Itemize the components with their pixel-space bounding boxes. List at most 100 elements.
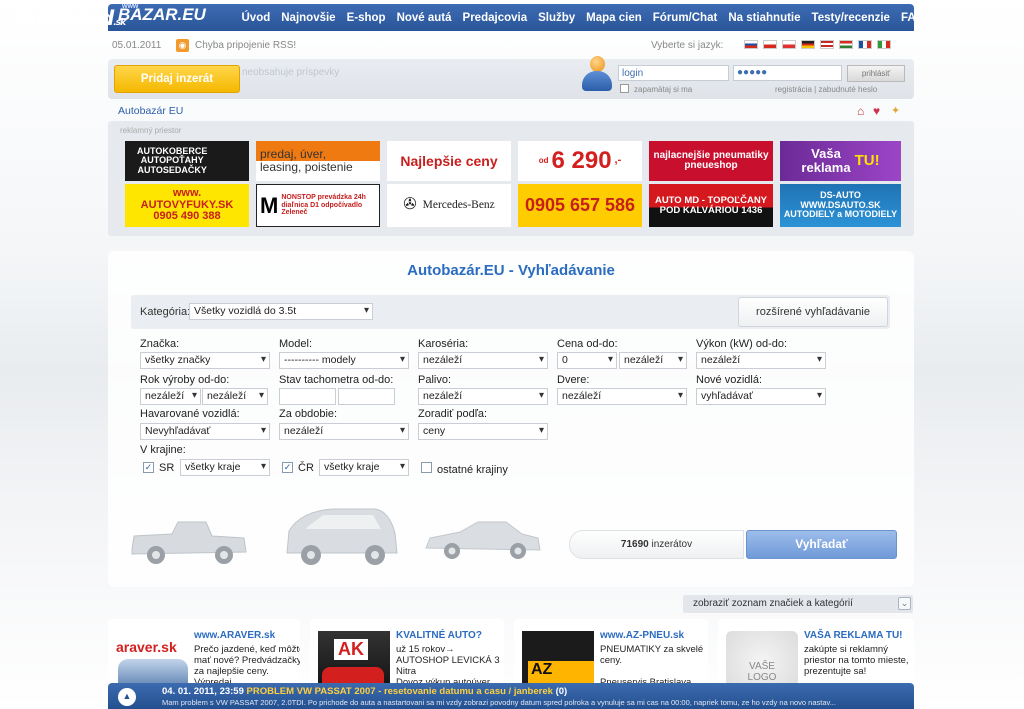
ad-nonstop-d1[interactable]: M NONSTOP prevádzka 24h diaľnica D1 odpo…: [256, 184, 380, 227]
nav-testy[interactable]: Testy/recenzie: [806, 12, 895, 24]
home-icon[interactable]: ⌂: [857, 104, 864, 118]
ticker-headline[interactable]: 04. 01. 2011, 23:59 PROBLEM VW PASSAT 20…: [162, 686, 567, 697]
fuel-select[interactable]: nezáleží: [418, 388, 548, 405]
sedan-icon[interactable]: [422, 512, 544, 564]
brand-select[interactable]: všetky značky: [140, 352, 270, 369]
doors-label: Dvere:: [557, 374, 590, 386]
power-select[interactable]: nezáleží: [696, 352, 826, 369]
year-to-select[interactable]: nezáleží: [202, 388, 268, 405]
mileage-to-input[interactable]: [338, 388, 395, 405]
remember-checkbox[interactable]: [620, 84, 629, 93]
nav-uvod[interactable]: Úvod: [236, 12, 276, 24]
nav-forum[interactable]: Fórum/Chat: [647, 12, 723, 24]
autoshop-logo-text: AK: [334, 639, 368, 660]
add-listing-button[interactable]: Pridaj inzerát: [114, 65, 240, 93]
mileage-from-input[interactable]: [279, 388, 336, 405]
nav-nove-auta[interactable]: Nové autá: [391, 12, 457, 24]
model-label: Model:: [279, 338, 313, 350]
fuel-label: Palivo:: [418, 374, 452, 386]
favorite-car-icon[interactable]: ✦: [891, 104, 900, 117]
ticker-date: 04. 01. 2011, 23:59: [162, 686, 244, 697]
search-button[interactable]: Vyhľadať: [746, 530, 897, 559]
remember-label: zapamätaj si ma: [634, 85, 693, 94]
year-from-select[interactable]: nezáleží: [140, 388, 201, 405]
flag-sk-icon[interactable]: [744, 40, 758, 49]
ad-pneueshop[interactable]: najlacnejšie pneumatiky pneueshop: [649, 141, 773, 181]
country-label: V krajine:: [140, 444, 186, 456]
ad-phone-0905657586[interactable]: 0905 657 586: [518, 184, 642, 227]
heart-icon[interactable]: ♥: [873, 104, 880, 118]
placeholder-logo-text: VAŠE LOGO: [747, 661, 777, 683]
topspeed-logo[interactable]: TopSpeed.sk: [12, 6, 126, 30]
promo-title: www.ARAVER.sk: [194, 630, 276, 641]
flag-fr-icon[interactable]: [858, 40, 872, 49]
cr-checkbox[interactable]: ✓: [282, 462, 293, 473]
login-button[interactable]: prihlásiť: [847, 65, 905, 82]
chevron-down-icon[interactable]: ⌄: [898, 597, 911, 610]
doors-select[interactable]: nezáleží: [557, 388, 687, 405]
nav-eshop[interactable]: E-shop: [341, 12, 391, 24]
price-to-select[interactable]: nezáleží: [619, 352, 687, 369]
sort-select[interactable]: ceny: [418, 423, 548, 440]
new-vehicles-select[interactable]: vyhľadávať: [696, 388, 826, 405]
ad-ds-auto[interactable]: DS-AUTO WWW.DSAUTO.SK AUTODIELY a MOTODI…: [780, 184, 901, 227]
minivan-icon[interactable]: [283, 503, 401, 571]
link-separator: |: [814, 85, 817, 94]
ad-6290[interactable]: od 6 290 ,-: [518, 141, 642, 181]
cr-region-select[interactable]: všetky kraje: [319, 459, 409, 476]
ad-autokoberce[interactable]: AUTOKOBERCE AUTOPOŤAHY AUTOSEDAČKY: [125, 141, 249, 181]
nav-faq[interactable]: FAQ: [895, 12, 930, 24]
advanced-search-button[interactable]: rozšírené vyhľadávanie: [738, 297, 888, 327]
forgot-password-link[interactable]: zabudnuté heslo: [818, 85, 877, 94]
period-select[interactable]: nezáleží: [279, 423, 409, 440]
ad-vasa-reklama-top[interactable]: Vaša reklama TU!: [780, 141, 901, 181]
ad-mercedes[interactable]: ✇ Mercedes-Benz: [387, 184, 511, 227]
rss-status: Chyba pripojenie RSS!: [195, 40, 297, 51]
ad-vasa-reklama-text: Vaša reklama: [801, 146, 851, 175]
ad-price-prefix: od: [538, 155, 549, 165]
nav-mapa-cien[interactable]: Mapa cien: [581, 12, 648, 24]
model-select[interactable]: ---------- modely: [279, 352, 409, 369]
crashed-select[interactable]: Nevyhľadávať: [140, 423, 270, 440]
price-from-select[interactable]: 0: [557, 352, 617, 369]
flag-de-icon[interactable]: [801, 40, 815, 49]
language-flags: [744, 40, 891, 49]
flag-pl-icon[interactable]: [782, 40, 796, 49]
listing-count: 71690 inzerátov: [569, 530, 744, 559]
ad-autovyfuky[interactable]: www. AUTOVYFUKY.SK 0905 490 388: [125, 184, 249, 227]
breadcrumb[interactable]: Autobazár EU: [118, 105, 183, 117]
price-label: Cena od-do:: [557, 338, 618, 350]
other-countries-checkbox[interactable]: [421, 462, 432, 473]
year-label: Rok výroby od-do:: [140, 374, 230, 386]
nav-predajcovia[interactable]: Predajcovia: [457, 12, 533, 24]
username-input[interactable]: [618, 65, 729, 81]
rss-icon[interactable]: ◉: [176, 39, 189, 52]
category-select[interactable]: Všetky vozidlá do 3.5t: [189, 303, 373, 320]
register-link[interactable]: registrácia: [775, 85, 812, 94]
brand-list-toggle[interactable]: zobraziť zoznam značiek a kategórií ⌄: [683, 595, 913, 613]
nav-na-stiahnutie[interactable]: Na stiahnutie: [723, 12, 806, 24]
promo-title: www.AZ-PNEU.sk: [600, 630, 685, 641]
site-logo[interactable]: BAZAR.EU: [118, 5, 206, 25]
nav-sluzby[interactable]: Služby: [533, 12, 581, 24]
ad-nonstop-text: NONSTOP prevádzka 24h diaľnica D1 odpočí…: [281, 194, 366, 217]
sr-label: SR: [159, 462, 175, 474]
flag-hu-icon[interactable]: [839, 40, 853, 49]
flag-cz-icon[interactable]: [763, 40, 777, 49]
nav-najnovsie[interactable]: Najnovšie: [276, 12, 341, 24]
sr-region-select[interactable]: všetky kraje: [180, 459, 270, 476]
sr-checkbox[interactable]: ✓: [143, 462, 154, 473]
ad-auto-md[interactable]: AUTO MD - TOPOĽČANY POD KALVÁRIOU 1436: [649, 184, 773, 227]
category-label: Kategória:: [140, 306, 191, 318]
ad-najlepsie-ceny[interactable]: Najlepšie ceny: [387, 141, 511, 181]
flag-en-icon[interactable]: [820, 40, 834, 49]
mileage-label: Stav tachometra od-do:: [279, 374, 394, 386]
ticker-title[interactable]: PROBLEM VW PASSAT 2007 - resetovanie dat…: [247, 686, 553, 697]
chevron-up-icon[interactable]: ▲: [118, 688, 136, 706]
ad-predaj-uver[interactable]: predaj, úver, leasing, poistenie: [256, 141, 380, 181]
password-input[interactable]: ●●●●●: [733, 65, 842, 81]
body-select[interactable]: nezáleží: [418, 352, 548, 369]
ad-tu-badge: TU!: [854, 152, 880, 170]
pickup-truck-icon[interactable]: [128, 510, 250, 568]
flag-it-icon[interactable]: [877, 40, 891, 49]
